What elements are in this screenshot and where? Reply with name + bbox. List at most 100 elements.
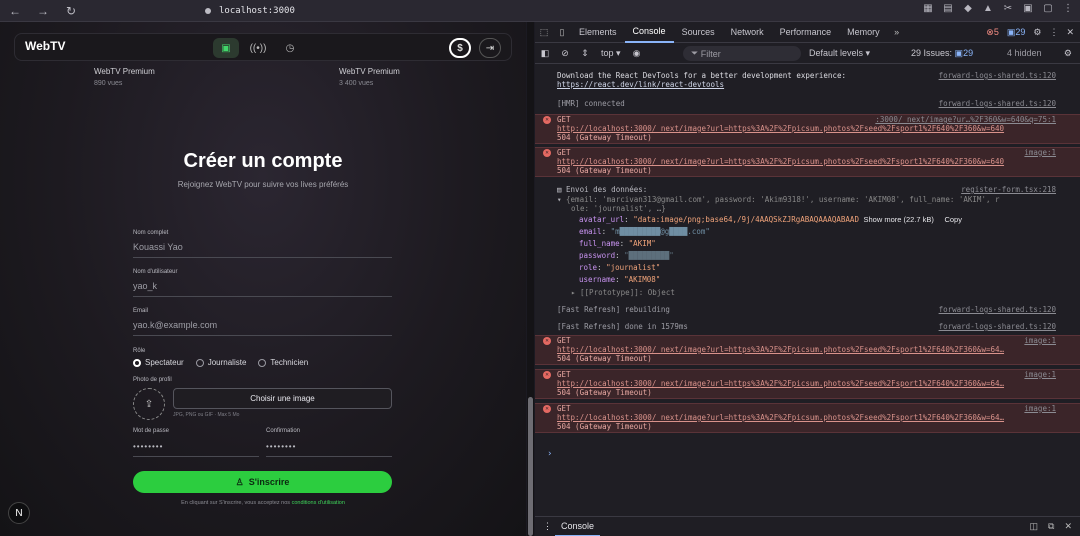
error-counter[interactable]: ⊗5 [986,27,999,38]
source-link[interactable]: image:1 [1024,404,1056,413]
copy-button[interactable]: Copy [944,215,962,224]
sidebar-toggle-icon[interactable]: ◧ [535,48,555,59]
terms-link[interactable]: conditions d'utilisation [292,500,345,506]
radio-selected[interactable] [133,358,141,367]
menu-icon[interactable]: ⋮ [1062,3,1074,14]
source-link[interactable]: image:1 [1024,370,1056,379]
log-levels-dropdown[interactable]: Default levels ▾ [809,48,870,59]
drawer-tab-console[interactable]: Console [555,517,601,536]
brave-shield-icon[interactable]: ◆ [962,3,974,14]
source-link[interactable]: forward-logs-shared.ts:120 [939,305,1056,314]
react-devtools-link[interactable]: https://react.dev/link/react-devtools [557,80,724,89]
live-expression-eye-icon[interactable]: ◉ [627,48,647,59]
issues-counter[interactable]: ▣29 [1007,27,1026,38]
console-prompt[interactable]: › [547,449,552,459]
email-input[interactable]: yao.k@example.com [133,320,392,336]
extension-icon-2[interactable]: ▤ [942,3,954,14]
error-url[interactable]: http://localhost:3000/_next/image?url=ht… [557,157,1080,166]
settings-gear-icon[interactable]: ⚙ [1033,27,1041,38]
extension-icon-1[interactable]: ▦ [922,3,934,14]
close-drawer-icon[interactable]: ✕ [1064,521,1072,532]
object-prop: password: "█████████" [579,251,674,260]
username-input[interactable]: yao_k [133,281,392,297]
console-error: ✕ GET image:1 http://localhost:3000/_nex… [535,147,1080,177]
upload-icon[interactable]: ⇪ [133,388,165,420]
radio[interactable] [195,358,204,367]
password-input[interactable]: •••••••• [133,442,259,457]
tab-performance[interactable]: Performance [772,22,840,43]
confirm-input[interactable]: •••••••• [266,442,392,457]
console-settings-gear-icon[interactable]: ⚙ [1064,48,1072,59]
role-group: Rôle Spectateur Journaliste Technicien [133,348,308,367]
role-option-technicien[interactable]: Technicien [258,358,308,367]
error-url[interactable]: http://localhost:3000/_next/image?url=ht… [557,413,1080,422]
error-icon: ✕ [543,337,551,345]
back-icon[interactable]: ← [6,4,24,18]
scrollbar-thumb[interactable] [528,397,533,536]
live-tv-icon[interactable]: ▣ [213,38,239,58]
close-icon[interactable]: ✕ [1066,27,1074,38]
console-log: ▤ Envoi des données: register-form.tsx:2… [557,185,1056,194]
error-url[interactable]: http://localhost:3000/_next/image?url=ht… [557,124,1080,133]
more-tabs-icon[interactable]: » [888,27,906,37]
dock-icon[interactable]: ◫ [1030,521,1039,532]
popout-icon[interactable]: ⧉ [1048,521,1054,532]
history-clock-icon[interactable]: ◷ [277,38,303,58]
source-link[interactable]: forward-logs-shared.ts:120 [939,322,1056,331]
source-link[interactable]: :3000/_next/image?ur…%2F360&w=640&q=75:1 [875,115,1056,124]
source-link[interactable]: register-form.tsx:218 [961,185,1056,194]
prototype[interactable]: ▸ [[Prototype]]: Object [535,288,1080,297]
tab-network[interactable]: Network [723,22,772,43]
logo[interactable]: WebTV [25,39,65,53]
tab-sources[interactable]: Sources [674,22,723,43]
password-label: Mot de passe [133,428,170,434]
avatar[interactable]: $ [449,38,471,58]
hidden-count: 4 hidden [1007,48,1042,58]
extension-icon-3[interactable]: ✂ [1002,3,1014,14]
sidebar-icon[interactable]: ▢ [1042,3,1054,14]
devtools-panel: ⬚ ▯ Elements Console Sources Network Per… [535,22,1080,536]
expand-icon[interactable]: ▾ [557,195,566,204]
tab-memory[interactable]: Memory [839,22,888,43]
nextjs-badge[interactable]: N [8,502,30,524]
role-option-spectateur[interactable]: Spectateur [133,358,184,367]
extension-icon-4[interactable]: ▣ [1022,3,1034,14]
error-url[interactable]: http://localhost:3000/_next/image?url=ht… [557,379,1080,388]
source-link[interactable]: image:1 [1024,148,1056,157]
device-toolbar-icon[interactable]: ▯ [553,27,571,38]
filter-settings-icon[interactable]: ⇕ [575,48,595,59]
fullname-label: Nom complet [133,230,169,236]
inspect-icon[interactable]: ⬚ [535,27,553,38]
context-selector[interactable]: top ▾ [601,48,621,59]
fullname-input[interactable]: Kouassi Yao [133,242,392,258]
reload-icon[interactable]: ↻ [62,4,80,18]
role-option-journaliste[interactable]: Journaliste [195,358,246,367]
brave-rewards-icon[interactable]: ▲ [982,3,994,14]
logout-icon[interactable]: ⇥ [479,38,501,58]
show-more-button[interactable]: Show more (22.7 kB) [863,215,933,224]
page-scrollbar[interactable] [527,22,534,536]
source-link[interactable]: image:1 [1024,336,1056,345]
signup-button[interactable]: ♙ S'inscrire [133,471,392,493]
source-link[interactable]: forward-logs-shared.ts:120 [939,99,1056,108]
tab-console[interactable]: Console [624,22,674,43]
filter-input[interactable]: ⏷ Filter [683,46,801,61]
clear-console-icon[interactable]: ⊘ [555,48,575,59]
object-summary[interactable]: ▾ {email: 'marcivan313@gmail.com', passw… [535,195,1080,204]
broadcast-icon[interactable]: ((•)) [245,38,271,58]
drawer-menu-icon[interactable]: ⋮ [543,521,552,532]
choose-image-button[interactable]: Choisir une image [173,388,392,409]
object-prop: role: "journalist" [579,263,661,272]
tab-elements[interactable]: Elements [571,22,625,43]
issues-button[interactable]: 29 Issues: ▣29 [911,48,973,59]
url-text[interactable]: localhost:3000 [219,6,295,16]
site-info-icon[interactable] [205,8,211,14]
source-link[interactable]: forward-logs-shared.ts:120 [939,71,1056,80]
password-field: Mot de passe •••••••• [133,428,259,457]
radio[interactable] [258,358,267,367]
more-options-icon[interactable]: ⋮ [1049,27,1058,38]
object-prop: avatar_url: "data:image/png;base64,/9j/4… [579,215,962,224]
error-url[interactable]: http://localhost:3000/_next/image?url=ht… [557,345,1080,354]
forward-icon[interactable]: → [34,4,52,18]
address-bar[interactable]: localhost:3000 [205,3,295,19]
